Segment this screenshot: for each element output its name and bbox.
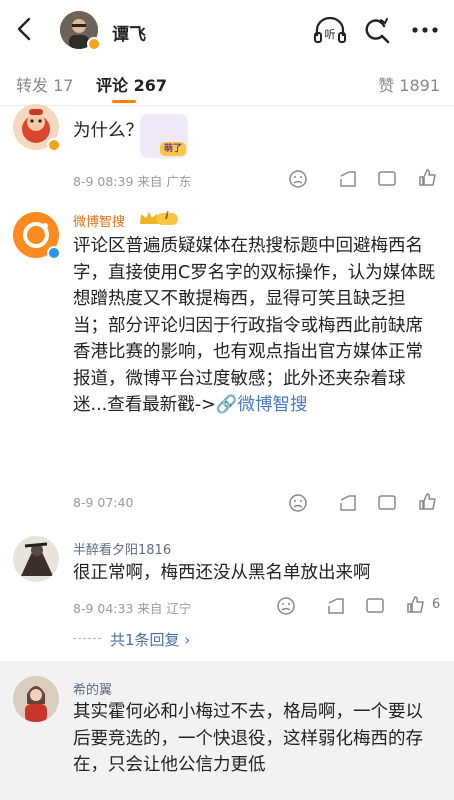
tab-bar: 转发 17 评论 267 赞 1891 [0, 58, 454, 106]
listen-label: 听 [325, 28, 336, 41]
commenter-avatar[interactable] [13, 212, 61, 260]
reply-divider [73, 638, 101, 639]
active-tab-indicator [112, 100, 136, 103]
smart-search-link[interactable]: 🔗微博智搜 [216, 395, 308, 415]
comment-icon[interactable] [376, 168, 398, 190]
tab-comments[interactable]: 评论 267 [96, 72, 167, 96]
badge-level: i [165, 211, 169, 222]
comment-text: 评论区普遍质疑媒体在热搜标题中回避梅西名字，直接使用C罗名字的双标操作，认为媒体… [73, 233, 439, 419]
dislike-face-icon[interactable] [287, 492, 309, 514]
comment-item: 半醉看夕阳1816 很正常啊，梅西还没从黑名单放出来啊 8-9 04:33 来自… [0, 530, 454, 660]
comment-icon[interactable] [376, 492, 398, 514]
verified-badge [47, 246, 61, 260]
share-icon[interactable] [325, 595, 347, 617]
comment-meta: 8-9 08:39 来自 广东 [73, 174, 192, 189]
tab-likes[interactable]: 赞 1891 [378, 72, 440, 96]
more-icon[interactable] [410, 18, 440, 42]
dislike-face-icon[interactable] [287, 168, 309, 190]
search-refresh-icon[interactable] [362, 16, 390, 44]
comment-icon[interactable] [364, 595, 386, 617]
commenter-avatar[interactable] [13, 676, 59, 722]
commenter-name[interactable]: 半醉看夕阳1816 [73, 539, 171, 558]
comment-text: 很正常啊，梅西还没从黑名单放出来啊 [73, 563, 371, 583]
commenter-avatar[interactable] [13, 104, 61, 152]
sticker-caption: 萌了 [160, 142, 186, 156]
comment-text: 其实霍何必和小梅过不去，格局啊，一个要以后要竞选的，一个快退役，这样弱化梅西的存… [73, 702, 423, 775]
like-icon[interactable] [417, 167, 439, 189]
comment-item: 为什么？ 萌了 8-9 08:39 来自 广东 [0, 104, 454, 196]
dislike-face-icon[interactable] [275, 595, 297, 617]
share-icon[interactable] [337, 492, 359, 514]
listen-icon[interactable]: 听 [313, 16, 347, 44]
like-count: 6 [432, 597, 441, 612]
comment-item: 微博智搜 i 评论区普遍质疑媒体在热搜标题中回避梅西名字，直接使用C罗名字的双标… [0, 200, 454, 520]
chevron-left-icon[interactable] [12, 16, 38, 42]
verified-badge [47, 138, 61, 152]
tab-reposts[interactable]: 转发 17 [16, 72, 73, 96]
top-bar: 谭飞 听 [0, 0, 454, 58]
comment-item-highlighted: 希的翼 其实霍何必和小梅过不去，格局啊，一个要以后要竞选的，一个快退役，这样弱化… [0, 661, 454, 800]
comment-meta: 8-9 07:40 [73, 495, 134, 510]
verified-badge [87, 37, 101, 51]
crown-badge-icon: i [138, 210, 180, 227]
commenter-avatar[interactable] [13, 536, 59, 582]
commenter-name[interactable]: 微博智搜 [73, 211, 125, 230]
like-icon[interactable] [417, 491, 439, 513]
comment-body: 评论区普遍质疑媒体在热搜标题中回避梅西名字，直接使用C罗名字的双标操作，认为媒体… [73, 236, 436, 415]
sticker-image: 萌了 [140, 114, 188, 158]
view-replies-link[interactable]: 共1条回复 › [110, 629, 190, 650]
page-title: 谭飞 [112, 25, 146, 45]
comment-text: 为什么？ [73, 121, 143, 141]
like-icon[interactable] [405, 594, 427, 616]
share-icon[interactable] [337, 168, 359, 190]
commenter-name[interactable]: 希的翼 [73, 679, 112, 698]
comment-meta: 8-9 04:33 来自 辽宁 [73, 601, 192, 616]
